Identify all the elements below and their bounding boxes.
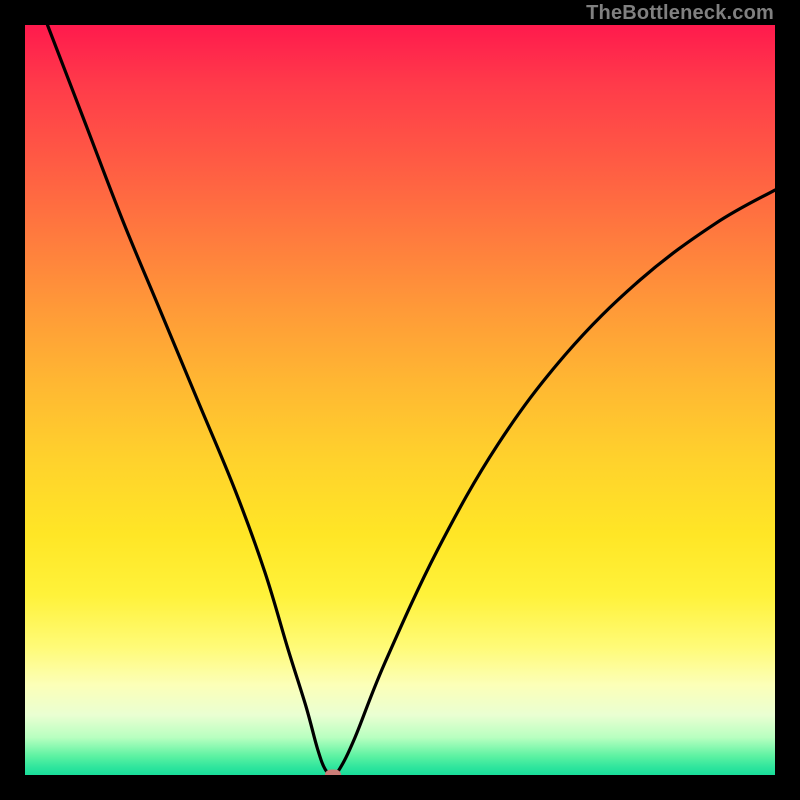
minimum-marker xyxy=(325,770,341,776)
bottleneck-curve xyxy=(25,25,775,775)
watermark-text: TheBottleneck.com xyxy=(586,2,774,25)
chart-frame: TheBottleneck.com xyxy=(0,0,800,800)
plot-area xyxy=(25,25,775,775)
